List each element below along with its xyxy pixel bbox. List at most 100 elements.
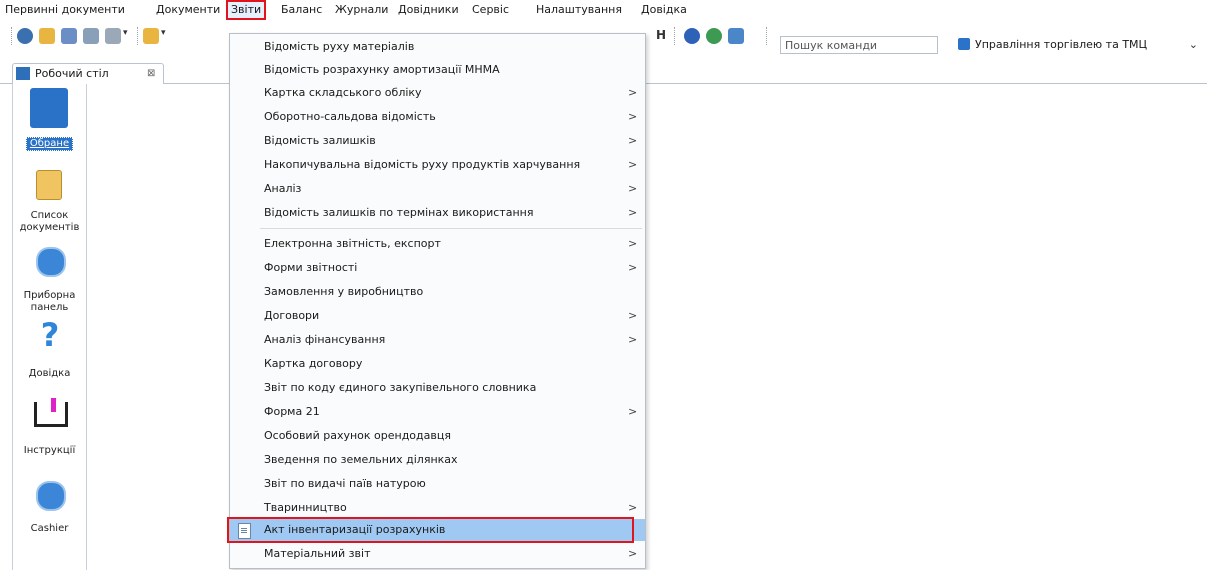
- help-icon[interactable]: [684, 28, 700, 44]
- menu-item-label: Замовлення у виробництво: [264, 285, 424, 298]
- menu-item[interactable]: Накопичувальна відомість руху продуктів …: [230, 154, 645, 176]
- submenu-arrow-icon: >: [628, 134, 638, 147]
- menu-item[interactable]: Звіт по коду єдиного закупівельного слов…: [230, 377, 645, 399]
- menu-item[interactable]: Відомість залишків по термінах використа…: [230, 202, 645, 224]
- menu-item[interactable]: Відомість розрахунку амортизації МНМА: [230, 59, 645, 81]
- module-select[interactable]: Управління торгівлею та ТМЦ ⌄: [958, 36, 1198, 54]
- mail-icon[interactable]: [728, 28, 744, 44]
- menu-item[interactable]: Картка складського обліку >: [230, 82, 645, 104]
- tab-label: Робочий стіл: [35, 67, 109, 80]
- menu-item-label: Форми звітності: [264, 261, 358, 274]
- module-icon: [958, 38, 970, 50]
- cashier-gear-icon: [36, 481, 66, 511]
- open-document-icon[interactable]: [39, 28, 55, 44]
- menu-item[interactable]: Договори >: [230, 305, 645, 327]
- menu-reports[interactable]: Звіти: [226, 0, 267, 20]
- submenu-arrow-icon: >: [628, 110, 638, 123]
- submenu-arrow-icon: >: [628, 261, 638, 274]
- menu-item-label: Електронна звітність, експорт: [264, 237, 441, 250]
- close-icon[interactable]: ⊠: [147, 64, 155, 84]
- menu-item[interactable]: Звіт по видачі паїв натурою: [230, 473, 645, 495]
- menu-item[interactable]: Форма 21 >: [230, 401, 645, 423]
- menu-item[interactable]: Відомість руху матеріалів: [230, 36, 645, 58]
- menu-directories[interactable]: Довідники: [396, 2, 461, 18]
- favorites-icon: [30, 88, 68, 128]
- menu-item[interactable]: Матеріальний звіт >: [230, 543, 645, 565]
- desktop-panel: Обране Список документів Приборна панель…: [12, 84, 87, 570]
- menu-item[interactable]: Замовлення у виробництво: [230, 281, 645, 303]
- menu-item[interactable]: Аналіз >: [230, 178, 645, 200]
- list-icon[interactable]: [83, 28, 99, 44]
- edit-document-icon[interactable]: [61, 28, 77, 44]
- chevron-down-icon[interactable]: ▾: [161, 28, 169, 44]
- desktop-icon: [16, 67, 30, 80]
- menu-item-label: Матеріальний звіт: [264, 547, 371, 560]
- menu-item[interactable]: Електронна звітність, експорт >: [230, 233, 645, 255]
- search-input[interactable]: Пошук команди: [780, 36, 938, 54]
- menu-item-label: Відомість руху матеріалів: [264, 40, 415, 53]
- toolbar-separator: [11, 27, 13, 45]
- menu-item-label: Аналіз фінансування: [264, 333, 386, 346]
- menu-item-label: Форма 21: [264, 405, 320, 418]
- menu-item[interactable]: Картка договору: [230, 353, 645, 375]
- menu-item-label: Договори: [264, 309, 320, 322]
- report-icon[interactable]: [105, 28, 121, 44]
- submenu-arrow-icon: >: [628, 206, 638, 219]
- menu-settings[interactable]: Налаштування: [534, 2, 624, 18]
- menu-item-label: Аналіз: [264, 182, 302, 195]
- menu-primary-documents[interactable]: Первинні документи: [3, 2, 127, 18]
- menu-item[interactable]: Зведення по земельних ділянках: [230, 449, 645, 471]
- menu-item-inventory-act[interactable]: Акт інвентаризації розрахунків: [227, 517, 645, 543]
- menu-item-label: Зведення по земельних ділянках: [264, 453, 458, 466]
- desktop-item-label: Обране: [25, 137, 74, 151]
- globe-icon[interactable]: [706, 28, 722, 44]
- menu-help[interactable]: Довідка: [639, 2, 689, 18]
- menu-item[interactable]: Форми звітності >: [230, 257, 645, 279]
- menu-item-label: Оборотно-сальдова відомість: [264, 110, 436, 123]
- menu-item[interactable]: Оборотно-сальдова відомість >: [230, 106, 645, 128]
- submenu-arrow-icon: >: [628, 333, 638, 346]
- chevron-down-icon[interactable]: ⌄: [1189, 36, 1198, 54]
- tab-desktop[interactable]: Робочий стіл ⊠: [12, 63, 164, 84]
- menu-item-label: Відомість залишків: [264, 134, 376, 147]
- bookmark-icon: [51, 398, 56, 412]
- menu-item[interactable]: Тваринництво >: [230, 497, 645, 519]
- submenu-arrow-icon: >: [628, 182, 638, 195]
- menu-documents[interactable]: Документи: [154, 2, 222, 18]
- menu-item-label: Звіт по видачі паїв натурою: [264, 477, 426, 490]
- menu-item-label: Особовий рахунок орендодавця: [264, 429, 451, 442]
- menu-item[interactable]: Аналіз фінансування >: [230, 329, 645, 351]
- window-icon[interactable]: H: [656, 28, 666, 44]
- menu-bar: Первинні документи Документи Звіти Балан…: [0, 0, 1207, 20]
- submenu-arrow-icon: >: [628, 309, 638, 322]
- database-icon[interactable]: [17, 28, 33, 44]
- submenu-arrow-icon: >: [628, 237, 638, 250]
- toolbar-separator: [674, 27, 676, 45]
- chevron-down-icon[interactable]: ▾: [123, 28, 131, 44]
- menu-item-label: Тваринництво: [264, 501, 347, 514]
- menu-item-label: Накопичувальна відомість руху продуктів …: [264, 158, 581, 171]
- folder-icon[interactable]: [143, 28, 159, 44]
- module-select-label: Управління торгівлею та ТМЦ: [975, 38, 1148, 51]
- reports-dropdown-menu: Відомість руху матеріалів Відомість розр…: [227, 33, 646, 569]
- menu-item-label: Картка складського обліку: [264, 86, 422, 99]
- menu-service[interactable]: Сервіс: [470, 2, 511, 18]
- toolbar-separator: [137, 27, 139, 45]
- submenu-arrow-icon: >: [628, 86, 638, 99]
- submenu-arrow-icon: >: [628, 501, 638, 514]
- menu-item[interactable]: Відомість залишків >: [230, 130, 645, 152]
- desktop-item-label: Інструкції: [23, 445, 76, 456]
- menu-item-label: Акт інвентаризації розрахунків: [264, 523, 446, 536]
- menu-item-label: Відомість залишків по термінах використа…: [264, 206, 534, 219]
- document-list-icon: [36, 170, 62, 200]
- submenu-arrow-icon: >: [628, 405, 638, 418]
- menu-journals[interactable]: Журнали: [333, 2, 390, 18]
- menu-item-label: Відомість розрахунку амортизації МНМА: [264, 63, 500, 76]
- menu-balance[interactable]: Баланс: [279, 2, 324, 18]
- menu-item[interactable]: Особовий рахунок орендодавця: [230, 425, 645, 447]
- toolbar-separator: [766, 27, 768, 45]
- menu-item-label: Картка договору: [264, 357, 363, 370]
- help-question-icon: ?: [40, 316, 60, 354]
- document-icon: [238, 523, 251, 539]
- desktop-item-label: Cashier: [30, 523, 69, 534]
